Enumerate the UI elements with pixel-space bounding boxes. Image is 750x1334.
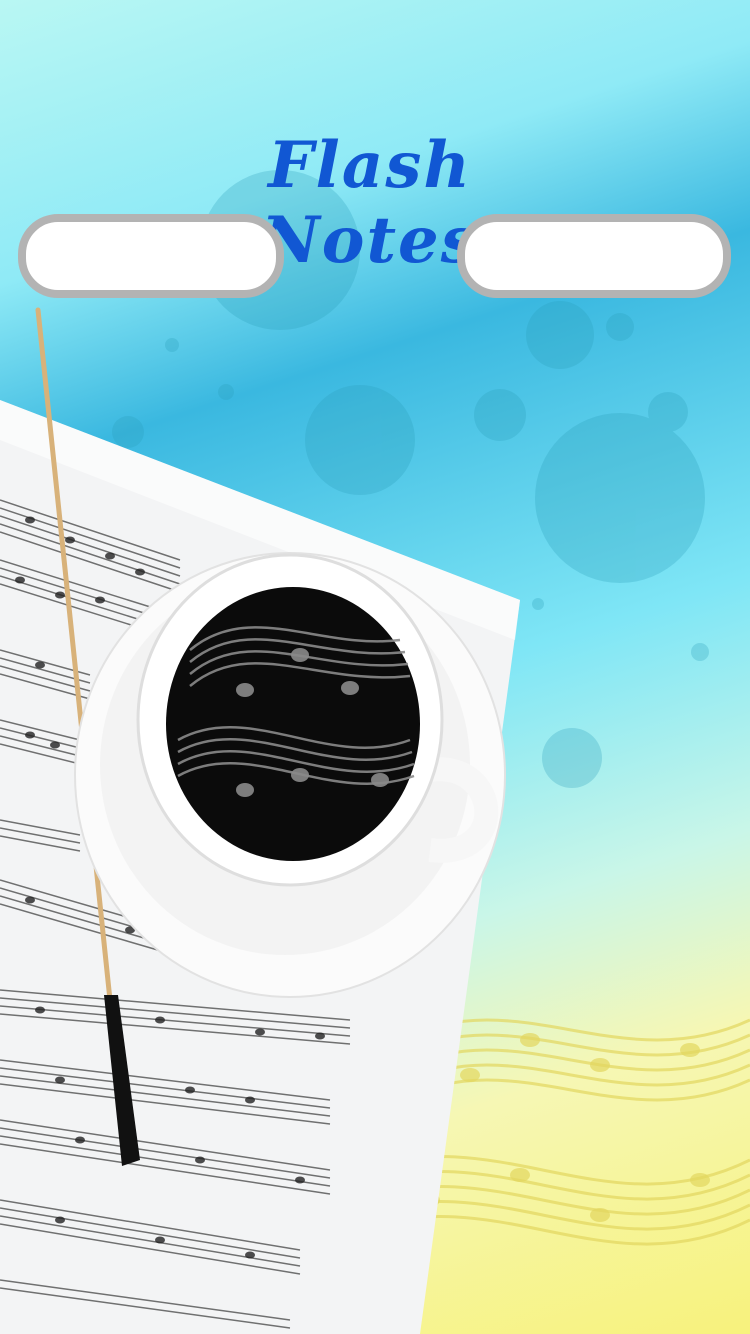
decorative-notes-yellow [420,1033,710,1222]
coffee-cup-icon [74,552,506,998]
app-screen: Flash Notes [0,0,750,1334]
right-button[interactable] [457,214,731,298]
left-button[interactable] [18,214,284,298]
